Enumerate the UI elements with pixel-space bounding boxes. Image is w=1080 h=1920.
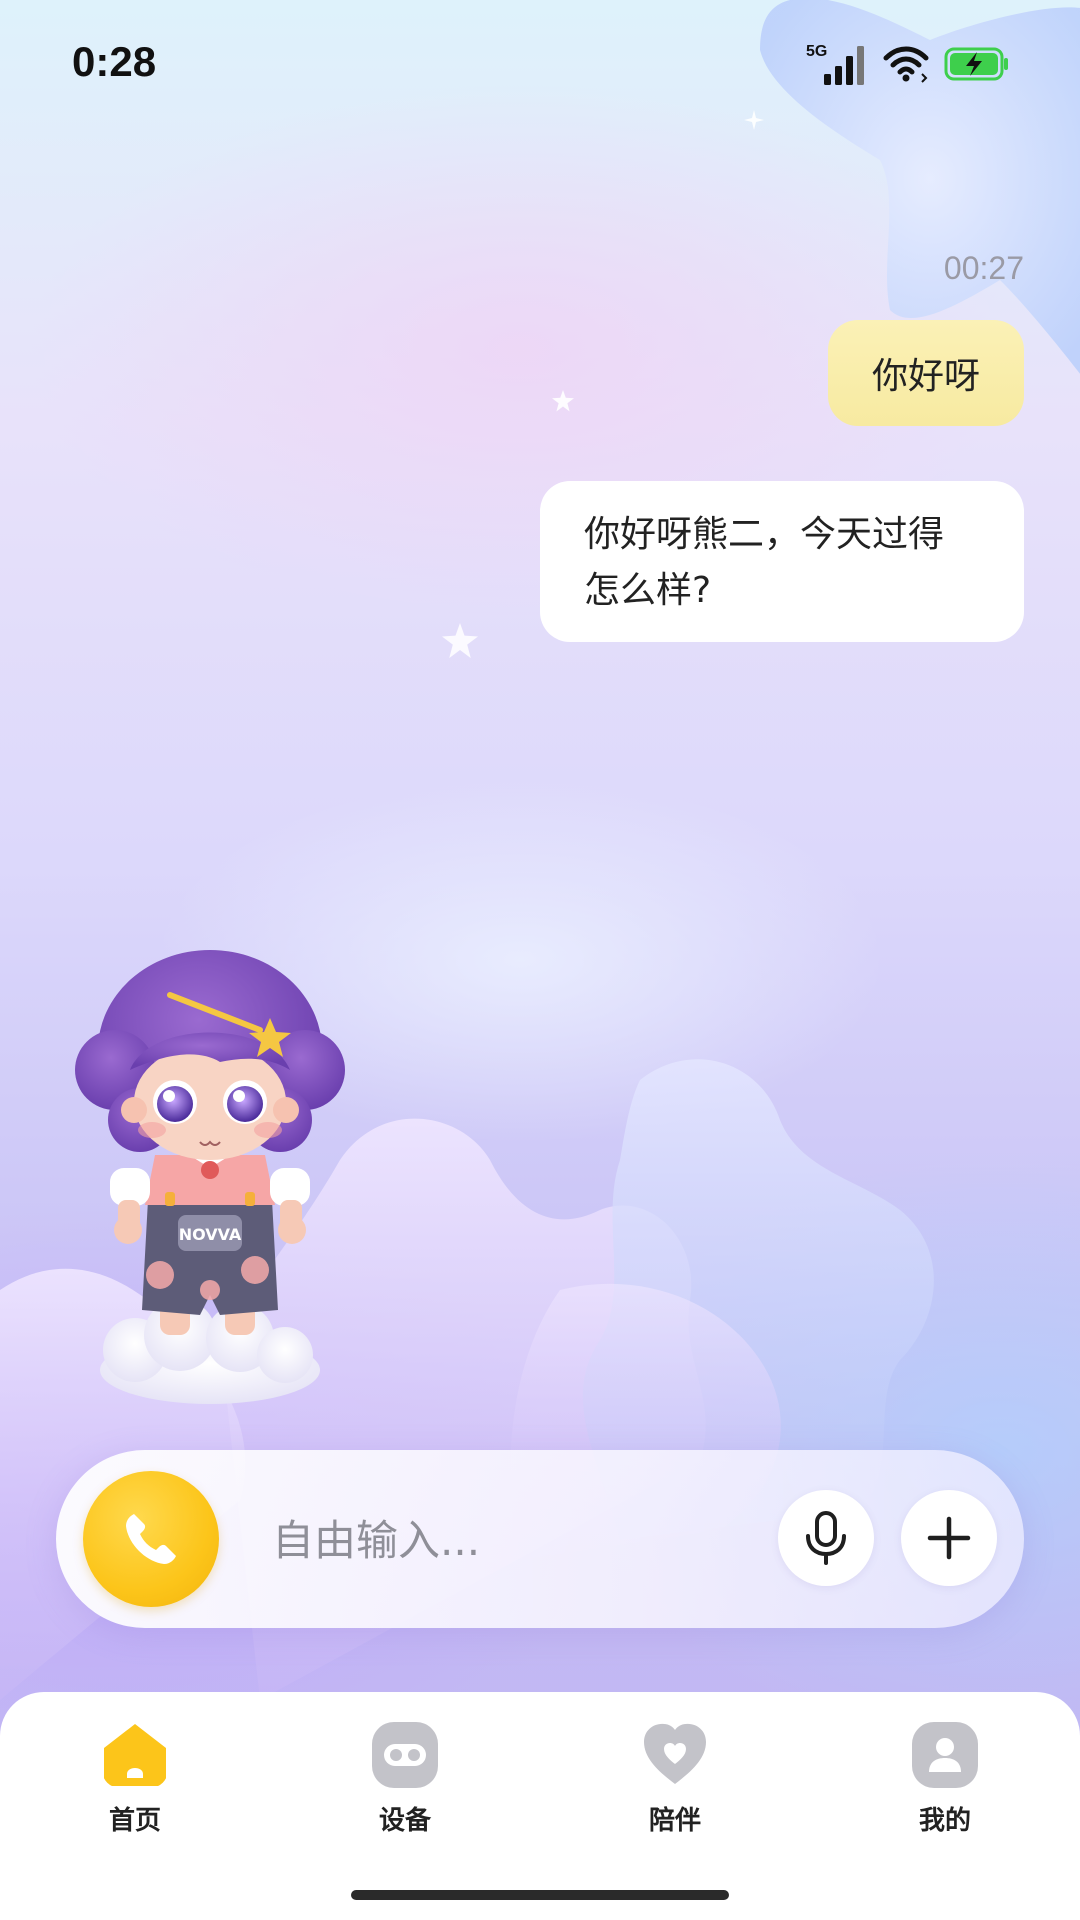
assistant-message-line: 怎么样? [584,570,712,611]
phone-icon [126,1514,176,1564]
voice-input-button[interactable] [778,1490,874,1586]
twinkle-star-small [442,623,478,659]
assistant-message-bubble[interactable]: 你好呀熊二，今天过得 怎么样? [540,481,1024,642]
chat-input-bar [56,1450,1024,1628]
user-message-text: 你好呀 [871,356,980,397]
tab-companion[interactable]: 陪伴 [575,1722,775,1852]
plus-icon [927,1516,971,1560]
svg-text:5G: 5G [806,43,827,60]
avatar-character-illustration[interactable]: NOVVA [60,930,360,1410]
device-icon [372,1722,438,1788]
character-badge-text: NOVVA [179,1225,242,1244]
microphone-icon [806,1511,846,1565]
tab-home[interactable]: 首页 [35,1722,235,1852]
cellular-signal-icon: 5G [806,43,864,85]
tab-device-label: 设备 [378,1806,431,1836]
tab-profile-label: 我的 [918,1806,971,1836]
tab-home-label: 首页 [108,1806,161,1836]
status-time: 0:28 [72,38,157,85]
home-indicator[interactable] [351,1890,729,1900]
message-timestamp: 00:27 [943,250,1024,286]
profile-icon [912,1722,978,1788]
heart-icon [644,1723,706,1784]
twinkle-star-small [552,390,574,412]
status-bar: 0:28 5G [0,0,1080,130]
tab-device[interactable]: 设备 [305,1722,505,1852]
assistant-message-line: 你好呀熊二，今天过得 [584,514,945,555]
bottom-tab-bar: 首页 设备 陪伴 我的 [0,1692,1080,1920]
battery-charging-icon [944,47,1008,81]
chat-screen: 0:28 5G 00:27 你好呀 你好呀熊二，今天过得 怎么样? NOVVA … [0,0,1080,1920]
home-icon [104,1724,166,1786]
wifi-icon [883,46,929,83]
tab-profile[interactable]: 我的 [845,1722,1045,1852]
add-attachment-button[interactable] [901,1490,997,1586]
user-message-bubble[interactable]: 你好呀 [827,320,1024,426]
tab-companion-label: 陪伴 [648,1806,701,1836]
status-icons: 5G [806,42,1010,86]
voice-call-button[interactable] [83,1471,219,1607]
message-input[interactable] [270,1500,764,1580]
